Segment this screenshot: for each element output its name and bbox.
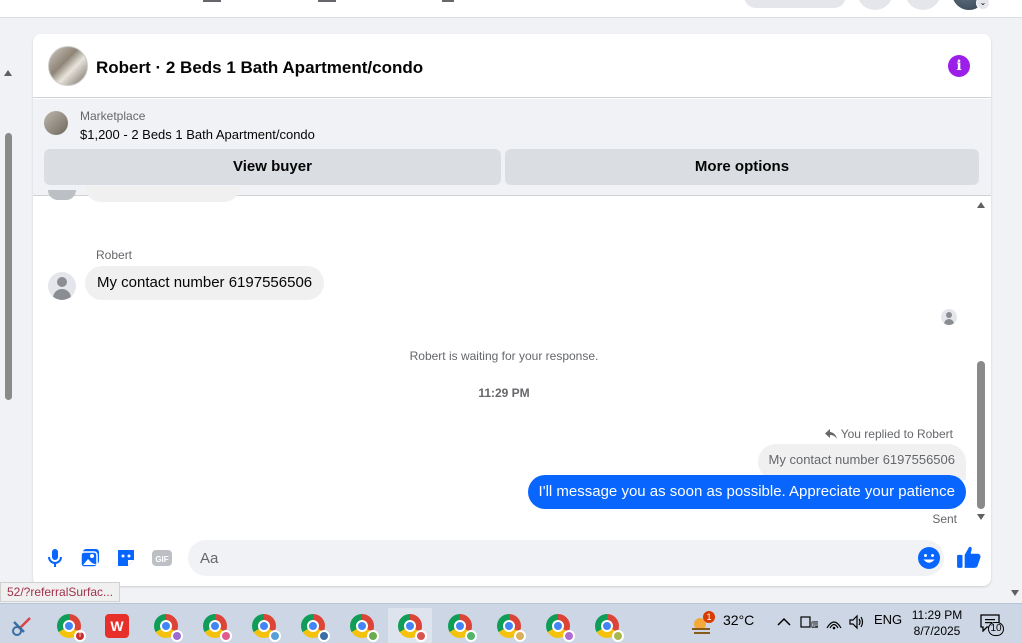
taskbar-app-chrome-profile[interactable] bbox=[242, 608, 286, 643]
wps-office-icon: W bbox=[105, 614, 129, 638]
chevron-down-icon[interactable]: ⌄ bbox=[976, 0, 990, 10]
taskbar-app-chrome-profile[interactable] bbox=[144, 608, 188, 643]
info-icon[interactable]: i bbox=[948, 55, 970, 77]
menu-icon[interactable] bbox=[857, 0, 893, 10]
thumbs-up-icon[interactable] bbox=[956, 544, 982, 570]
gif-label: GIF bbox=[155, 555, 168, 564]
emoji-icon[interactable] bbox=[917, 546, 941, 570]
snipping-tool-icon bbox=[12, 617, 31, 636]
marketplace-panel: Marketplace $1,200 - 2 Beds 1 Bath Apart… bbox=[33, 99, 991, 196]
nav-icon[interactable] bbox=[203, 0, 221, 2]
nav-icon[interactable] bbox=[442, 0, 454, 2]
scrollbar-thumb[interactable] bbox=[5, 133, 12, 400]
taskbar-app-chrome-profile[interactable] bbox=[340, 608, 384, 643]
taskbar-app-wps-office[interactable]: W bbox=[95, 608, 139, 643]
chrome-icon bbox=[546, 614, 575, 642]
clock-date: 8/7/2025 bbox=[913, 624, 961, 638]
message-thread: Robert My contact number 6197556506 Robe… bbox=[33, 186, 991, 536]
nav-icon[interactable] bbox=[318, 0, 336, 2]
taskbar-app-chrome-profile-active[interactable] bbox=[388, 608, 432, 643]
seen-avatar-icon bbox=[941, 309, 957, 325]
listing-small-thumbnail bbox=[44, 111, 68, 135]
replied-label: You replied to Robert bbox=[824, 427, 953, 441]
reply-arrow-icon bbox=[824, 429, 837, 439]
message-timestamp: 11:29 PM bbox=[478, 386, 530, 400]
conversation-title[interactable]: Robert · 2 Beds 1 Bath Apartment/condo bbox=[96, 58, 423, 78]
sticker-icon[interactable] bbox=[114, 546, 138, 570]
svg-text:⌨: ⌨ bbox=[811, 621, 818, 630]
gif-icon[interactable]: GIF bbox=[150, 546, 174, 570]
wifi-icon[interactable] bbox=[825, 614, 843, 630]
view-buyer-button[interactable]: View buyer bbox=[44, 149, 501, 185]
sender-name: Robert bbox=[96, 248, 133, 262]
system-clock[interactable]: 11:29 PM 8/7/2025 bbox=[898, 607, 976, 639]
show-hidden-icons-chevron-icon[interactable] bbox=[777, 617, 791, 627]
top-navigation-bar: ⌄ bbox=[0, 0, 1022, 18]
message-composer: GIF bbox=[33, 536, 991, 586]
chrome-icon bbox=[595, 614, 624, 642]
photo-icon[interactable] bbox=[78, 546, 102, 570]
status-bar-url: 52/?referralSurfac... bbox=[0, 582, 121, 602]
sender-avatar[interactable] bbox=[48, 272, 76, 300]
microphone-icon[interactable] bbox=[43, 546, 67, 570]
message-input[interactable] bbox=[188, 540, 944, 576]
chrome-icon bbox=[398, 614, 427, 642]
scroll-down-arrow-icon[interactable] bbox=[977, 514, 985, 520]
taskbar-app-chrome-profile[interactable] bbox=[487, 608, 531, 643]
volume-icon[interactable] bbox=[848, 614, 866, 630]
chrome-icon bbox=[350, 614, 379, 642]
top-action-pill[interactable] bbox=[744, 0, 846, 8]
thread-scrollbar-thumb[interactable] bbox=[977, 361, 985, 509]
taskbar-app-chrome-profile[interactable] bbox=[193, 608, 237, 643]
scroll-down-arrow-icon[interactable] bbox=[1011, 590, 1019, 596]
replied-text: You replied to Robert bbox=[840, 427, 953, 441]
chrome-icon: T bbox=[57, 614, 86, 642]
chrome-icon bbox=[301, 614, 330, 642]
outgoing-message-bubble[interactable]: I'll message you as soon as possible. Ap… bbox=[527, 475, 966, 509]
waiting-notice: Robert is waiting for your response. bbox=[409, 349, 599, 363]
taskbar-app-snipping-tool[interactable] bbox=[0, 608, 44, 643]
taskbar-app-chrome-profile[interactable] bbox=[536, 608, 580, 643]
taskbar-app-chrome-profile-t[interactable]: T bbox=[47, 608, 91, 643]
listing-thumbnail[interactable] bbox=[48, 46, 88, 86]
weather-temperature[interactable]: 32°C bbox=[723, 612, 754, 628]
incoming-message-bubble[interactable]: My contact number 6197556506 bbox=[85, 266, 325, 300]
notifications-button[interactable]: 10 bbox=[978, 612, 1008, 636]
scroll-up-arrow-icon[interactable] bbox=[977, 202, 985, 208]
taskbar-app-chrome-profile[interactable] bbox=[585, 608, 629, 643]
chrome-icon bbox=[154, 614, 183, 642]
chrome-icon bbox=[497, 614, 526, 642]
sender-avatar bbox=[48, 190, 76, 200]
clock-time: 11:29 PM bbox=[911, 608, 963, 622]
previous-message-bubble bbox=[85, 186, 240, 202]
chat-header: Robert · 2 Beds 1 Bath Apartment/condo i bbox=[33, 34, 991, 98]
scroll-up-arrow-icon[interactable] bbox=[4, 70, 12, 76]
marketplace-label: Marketplace bbox=[80, 109, 146, 123]
message-status: Sent bbox=[932, 512, 957, 526]
input-method-icon[interactable]: ⌨ bbox=[800, 614, 818, 630]
chrome-icon bbox=[252, 614, 281, 642]
notifications-icon[interactable] bbox=[905, 0, 941, 10]
windows-taskbar: T W 1 bbox=[0, 603, 1022, 643]
chat-window: Robert · 2 Beds 1 Bath Apartment/condo i… bbox=[33, 34, 991, 586]
chrome-icon bbox=[448, 614, 477, 642]
chrome-icon bbox=[203, 614, 232, 642]
page-scrollbar[interactable] bbox=[0, 18, 16, 588]
thread-scrollbar[interactable] bbox=[973, 196, 989, 526]
taskbar-app-chrome-profile[interactable] bbox=[438, 608, 482, 643]
listing-title[interactable]: $1,200 - 2 Beds 1 Bath Apartment/condo bbox=[80, 127, 315, 142]
more-options-button[interactable]: More options bbox=[505, 149, 979, 185]
taskbar-app-chrome-profile[interactable] bbox=[291, 608, 335, 643]
weather-alert-badge: 1 bbox=[703, 611, 715, 623]
notification-count-badge: 10 bbox=[988, 622, 1004, 636]
